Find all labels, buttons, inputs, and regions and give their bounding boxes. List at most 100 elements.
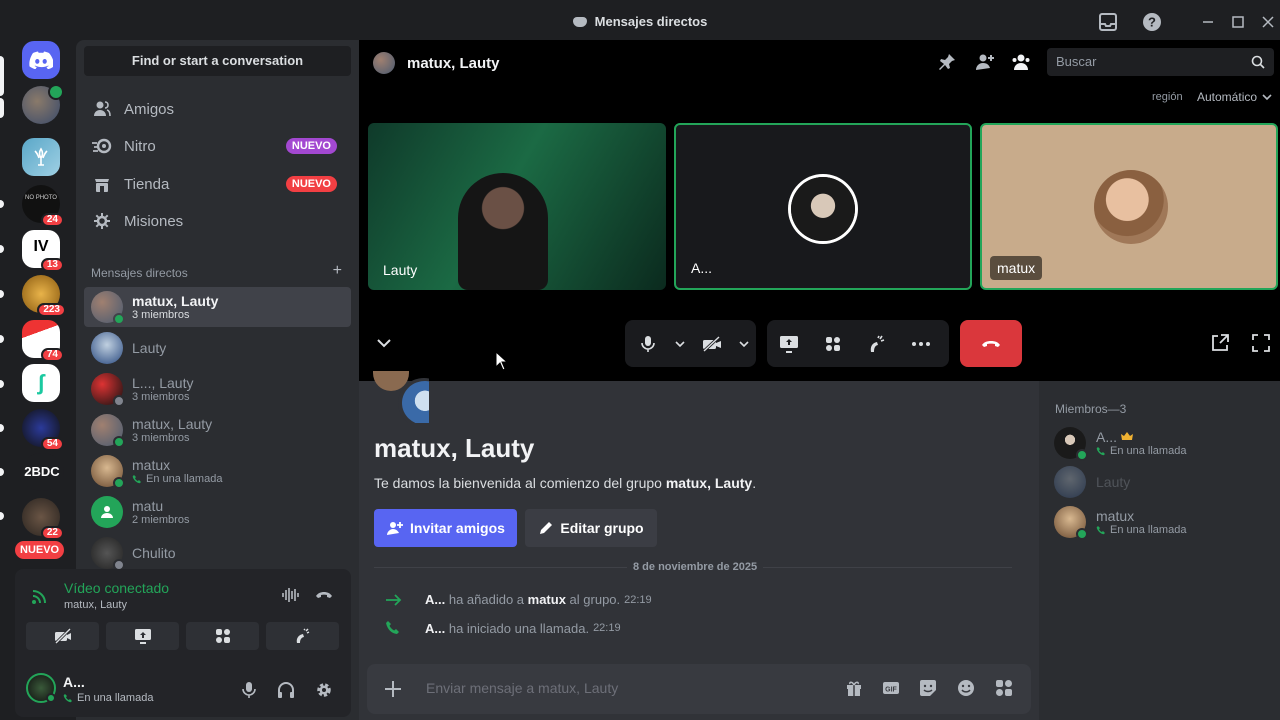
nav-shop[interactable]: Tienda NUEVO (84, 166, 351, 202)
server-no-photo[interactable]: NO PHOTO 24 (22, 185, 64, 227)
quests-icon (92, 211, 112, 231)
camera-options[interactable] (735, 320, 753, 367)
soundboard-button[interactable] (266, 622, 339, 650)
member-item[interactable]: Lauty (1054, 466, 1130, 498)
video-tile-a[interactable]: A... (674, 123, 972, 290)
noise-suppression-icon[interactable] (281, 586, 299, 604)
apps-icon[interactable] (995, 679, 1013, 697)
member-item[interactable]: A... En una llamada (1054, 427, 1186, 461)
video-tile-lauty[interactable]: Lauty (368, 123, 666, 290)
minimize-icon[interactable] (1196, 10, 1220, 34)
dm-item[interactable]: Lauty (84, 328, 351, 368)
members-icon[interactable] (1011, 52, 1031, 72)
screen-share-button[interactable] (767, 320, 811, 367)
leave-call-button[interactable] (960, 320, 1022, 367)
dm-item[interactable]: L..., Lauty 3 miembros (84, 369, 351, 409)
nav-nitro[interactable]: Nitro NUEVO (84, 128, 351, 164)
activities-button[interactable] (811, 320, 855, 367)
server-j[interactable]: ʃ (22, 364, 60, 402)
nav-friends[interactable]: Amigos (84, 91, 351, 127)
close-icon[interactable] (1256, 10, 1280, 34)
shop-icon (92, 174, 112, 194)
unread-indicator (0, 335, 4, 343)
server-2bdc[interactable]: 2BDC (20, 453, 64, 491)
emoji-icon[interactable] (957, 679, 975, 697)
collapse-chevron-icon[interactable] (375, 336, 393, 350)
welcome-text: Te damos la bienvenida al comienzo del g… (374, 475, 756, 491)
maximize-icon[interactable] (1226, 10, 1250, 34)
microphone-button[interactable] (625, 320, 671, 367)
message-actor[interactable]: A... (425, 621, 445, 636)
hang-up-icon (982, 340, 1000, 347)
message-target[interactable]: matux (528, 592, 566, 607)
dm-name: matu (132, 497, 164, 514)
region-select[interactable]: Automático (1197, 90, 1273, 104)
message-input[interactable]: Enviar mensaje a matux, Lauty (426, 680, 826, 696)
dm-subtitle: En una llamada (132, 473, 222, 486)
group-avatar (91, 373, 125, 407)
member-status: En una llamada (1096, 445, 1186, 457)
member-avatar (1054, 427, 1088, 461)
voice-status[interactable]: Vídeo conectado (64, 580, 169, 596)
member-avatar (1054, 506, 1088, 540)
dm-item[interactable]: matu 2 miembros (84, 492, 351, 532)
voice-channel-name[interactable]: matux, Lauty (64, 599, 127, 611)
call-icon (132, 475, 141, 484)
members-panel: Miembros—3 A... En una llamada Lauty mat… (1039, 381, 1280, 720)
attach-plus-icon[interactable] (383, 679, 403, 699)
user-avatar[interactable] (26, 673, 56, 703)
user-panel: A... En una llamada (15, 661, 351, 717)
camera-button[interactable] (689, 320, 735, 367)
server-iv[interactable]: IV 13 (22, 230, 64, 272)
dm-section-header: Mensajes directos (91, 266, 188, 280)
sticker-icon[interactable] (919, 679, 937, 697)
server-gold[interactable]: 223 (22, 275, 66, 317)
headphones-icon[interactable] (277, 681, 295, 699)
edit-group-button[interactable]: Editar grupo (525, 509, 657, 547)
screen-share-button[interactable] (106, 622, 179, 650)
camera-off-button[interactable] (26, 622, 99, 650)
server-santa[interactable]: 74 (22, 320, 64, 362)
dm-item[interactable]: Chulito (84, 533, 351, 573)
arrow-right-icon (386, 593, 402, 606)
microphone-options[interactable] (671, 320, 689, 367)
video-tile-matux[interactable]: matux (980, 123, 1278, 290)
more-options-button[interactable] (899, 320, 943, 367)
server-urban[interactable]: 54 (22, 409, 64, 451)
dm-name: Lauty (132, 340, 167, 356)
pin-icon[interactable] (937, 52, 957, 72)
user-name[interactable]: A... (63, 674, 85, 690)
search-input[interactable]: Buscar (1047, 48, 1274, 76)
server-face[interactable]: 22 (22, 498, 64, 540)
disconnect-icon[interactable] (314, 586, 334, 604)
gift-icon[interactable] (845, 679, 863, 697)
dm-item[interactable]: matux, Lauty 3 miembros (84, 287, 351, 327)
group-icon (101, 506, 113, 518)
gif-icon[interactable]: GIF (882, 679, 900, 697)
activities-button[interactable] (186, 622, 259, 650)
online-indicator (1076, 528, 1088, 540)
find-conversation-button[interactable]: Find or start a conversation (84, 46, 351, 76)
add-friend-icon[interactable] (975, 52, 995, 72)
server-avatar-dm[interactable] (22, 84, 64, 124)
server-lobster[interactable] (22, 138, 60, 176)
create-dm-icon[interactable]: + (333, 262, 342, 280)
invite-friends-button[interactable]: Invitar amigos (374, 509, 517, 547)
settings-icon[interactable] (315, 681, 333, 699)
nav-quests[interactable]: Misiones (84, 203, 351, 239)
message-time: 22:19 (593, 622, 621, 634)
home-button[interactable] (22, 41, 60, 79)
member-item[interactable]: matux En una llamada (1054, 506, 1186, 540)
new-pill[interactable]: NUEVO (15, 541, 65, 559)
popout-icon[interactable] (1210, 333, 1230, 353)
help-icon[interactable]: ? (1140, 10, 1164, 34)
fullscreen-icon[interactable] (1251, 333, 1271, 353)
mention-badge: 24 (40, 213, 64, 227)
message-actor[interactable]: A... (425, 592, 445, 607)
microphone-icon[interactable] (241, 681, 257, 699)
soundboard-button[interactable] (855, 320, 899, 367)
inbox-icon[interactable] (1096, 10, 1120, 34)
svg-text:GIF: GIF (885, 687, 897, 694)
dm-item[interactable]: matux En una llamada (84, 451, 351, 491)
dm-item[interactable]: matux, Lauty 3 miembros (84, 410, 351, 450)
